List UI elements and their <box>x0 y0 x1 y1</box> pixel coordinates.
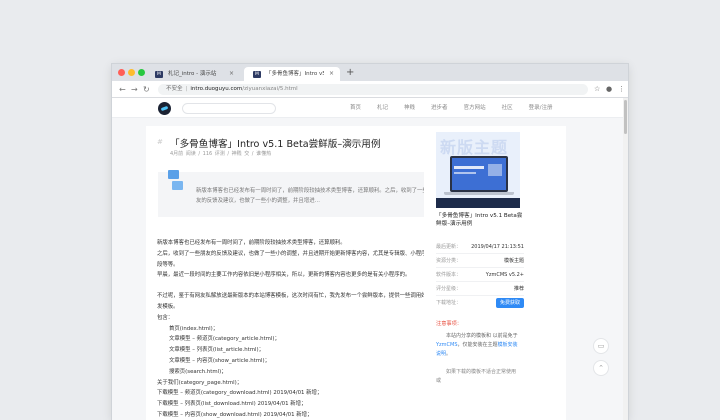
category-link[interactable]: / 资源下载 <box>347 139 370 146</box>
cover-image[interactable]: 新版主题 <box>436 132 520 208</box>
info-key: 最后更新： <box>436 244 462 250</box>
close-tab-icon[interactable]: × <box>329 67 334 81</box>
list-item: 关于我们(category_page.html)； <box>157 379 243 386</box>
notice-text-2: 如果下载的模板不适合正常使用或 <box>436 369 517 384</box>
info-row-version: 软件版本： YzmCMS v5.2+ <box>436 268 524 282</box>
menu-item-official[interactable]: 官方网站 <box>464 98 486 118</box>
list-item: 首页(index.html)； <box>169 325 219 332</box>
body-paragraph: 新版本博客也已经发布有一周时间了，前期阶段较抽技术类型博客，还算顺利。 <box>157 240 346 246</box>
info-row-updated: 最后更新： 2019/04/17 21:13:51 <box>436 240 524 254</box>
menu-icon[interactable]: ⋮ <box>618 84 625 95</box>
list-item: 下载模型 – 频道页(category_download.html) 2019/… <box>157 390 323 397</box>
quote-icon <box>168 170 184 192</box>
list-item: 文章模型 – 列表页(list_article.html)； <box>169 347 264 354</box>
search-input[interactable] <box>182 103 276 114</box>
list-item: 文章模型 – 内容页(show_article.html)； <box>169 357 270 364</box>
star-icon[interactable]: ☆ <box>594 84 600 95</box>
notice-title: 注意事项： <box>436 321 462 327</box>
download-button[interactable]: 免费获取 <box>496 298 524 308</box>
url-input[interactable]: 不安全 | intro.duoguyu.com/ziyuanxiazai/5.htm… <box>158 84 588 95</box>
info-key: 资源分类： <box>436 258 462 264</box>
body-paragraph: 包含： <box>157 314 174 321</box>
download-sidebar: 新版主题 「多骨鱼博客」Intro v5.1 Beta尝鲜版–演示用例 最后更新… <box>424 126 532 310</box>
page-viewport: 首页 札记 神贱 进步者 官方网站 社区 登录/注册 # 「多骨鱼博客」Intr… <box>112 98 628 420</box>
info-value: 模板主题 <box>503 258 524 264</box>
info-key: 评分星级： <box>436 286 462 292</box>
close-tab-icon[interactable]: × <box>229 67 234 81</box>
tab-bar: M 札记_intro - 演示站 × M 「多骨鱼博客」Intro v5.1 B… <box>112 64 628 81</box>
tab-label: 札记_intro - 演示站 <box>168 71 217 77</box>
close-window-button[interactable] <box>118 69 125 76</box>
menu-item-home[interactable]: 首页 <box>350 98 361 118</box>
login-link[interactable]: 登录/注册 <box>529 98 553 118</box>
back-icon[interactable]: ← <box>119 84 126 95</box>
notice-card: 注意事项： 本站内分享的模板和 以前是免于YzmCMS，仅能安装在主题模板安装说… <box>424 314 532 420</box>
security-label[interactable]: 不安全 <box>166 86 183 92</box>
info-key: 软件版本： <box>436 272 462 278</box>
yzmcms-link[interactable]: YzmCMS <box>436 342 458 348</box>
address-bar: ← → ↻ 不安全 | intro.duoguyu.com/ziyuanxiazai… <box>112 81 628 98</box>
menu-item-progress[interactable]: 进步者 <box>431 98 448 118</box>
favicon-icon: M <box>155 70 163 78</box>
menu-item-shenjian[interactable]: 神贱 <box>404 98 415 118</box>
summary-text: 新版本博客也已经发布有一周时间了，前期阶段较抽技术类型博客，还算顺利。之后，收到… <box>196 188 434 204</box>
site-header: 首页 札记 神贱 进步者 官方网站 社区 登录/注册 <box>112 98 628 118</box>
info-row-download: 下载地址： 免费获取 <box>436 296 524 310</box>
info-row-rating: 评分星级： 推荐 <box>436 282 524 296</box>
list-item: 文章模型 – 频道页(category_article.html)； <box>169 336 280 343</box>
body-paragraph: 早晨，最近一段时间的主要工作内容依旧是小程序相关，所以，更新的博客内容也更多的是… <box>157 272 411 279</box>
info-value: YzmCMS v5.2+ <box>485 272 524 278</box>
browser-tab-1[interactable]: M 札记_intro - 演示站 × <box>146 67 240 81</box>
article-meta: 4月前 阅读 / 116 评测 / 神贱 交 / 谁懂热 <box>170 151 272 157</box>
arrow-up-icon[interactable]: ⌃ <box>593 360 609 376</box>
reload-icon[interactable]: ↻ <box>143 84 150 95</box>
minimize-window-button[interactable] <box>128 69 135 76</box>
avatar[interactable]: ● <box>606 84 612 95</box>
menu-item-notes[interactable]: 札记 <box>377 98 388 118</box>
sidebar-title: 「多骨鱼博客」Intro v5.1 Beta尝鲜版–演示用例 <box>436 213 523 227</box>
list-item: 下载模型 – 内容页(show_download.html) 2019/04/0… <box>157 411 313 418</box>
browser-window: M 札记_intro - 演示站 × M 「多骨鱼博客」Intro v5.1 B… <box>112 64 628 420</box>
menu-item-community[interactable]: 社区 <box>502 98 513 118</box>
article-body: 新版本博客也已经发布有一周时间了，前期阶段较抽技术类型博客，还算顺利。 之后，收… <box>157 238 447 420</box>
body-paragraph: 不过呢，鉴于有网友私解放送最新版本的本站博客模板，这次时间有忙，我先发布一个尝鲜… <box>157 293 443 310</box>
site-menu: 首页 札记 神贱 进步者 官方网站 社区 登录/注册 <box>350 98 568 118</box>
scrollbar-thumb[interactable] <box>624 100 627 134</box>
info-row-category: 资源分类： 模板主题 <box>436 254 524 268</box>
body-paragraph: 之后，收到了一些朋友的反馈及建议，也做了一些小的调整，并且进期开始更新博客内容，… <box>157 250 443 268</box>
maximize-window-button[interactable] <box>138 69 145 76</box>
cover-text: 新版主题 <box>440 138 509 157</box>
floating-buttons: ▭ ⌃ <box>593 338 611 382</box>
forward-icon[interactable]: → <box>131 84 138 95</box>
article-summary: 新版本博客也已经发布有一周时间了，前期阶段较抽技术类型博客，还算顺利。之后，收到… <box>158 170 442 217</box>
scrollbar[interactable] <box>623 98 628 420</box>
list-item: 搜索页(search.html)； <box>169 368 227 375</box>
site-logo[interactable] <box>158 102 171 115</box>
plus-icon[interactable]: + <box>346 66 354 80</box>
hash-icon: # <box>157 138 163 146</box>
notice-text: 本站内分享的模板和 以前是免于YzmCMS，仅能安装在主题模板安装说明。 <box>436 333 518 357</box>
chat-icon[interactable]: ▭ <box>593 338 609 354</box>
info-key: 下载地址： <box>436 300 462 306</box>
url-host: intro.duoguyu.com <box>190 86 243 92</box>
browser-tab-2[interactable]: M 「多骨鱼博客」Intro v5.1 Beta尝 × <box>244 67 340 81</box>
info-value: 2019/04/17 21:13:51 <box>471 244 524 250</box>
tab-label: 「多骨鱼博客」Intro v5.1 Beta尝 <box>266 71 324 77</box>
favicon-icon: M <box>253 70 261 78</box>
url-path: /ziyuanxiazai/5.html <box>242 86 298 92</box>
info-value: 推荐 <box>513 286 524 292</box>
list-item: 下载模型 – 列表页(list_download.html) 2019/04/0… <box>157 401 307 408</box>
